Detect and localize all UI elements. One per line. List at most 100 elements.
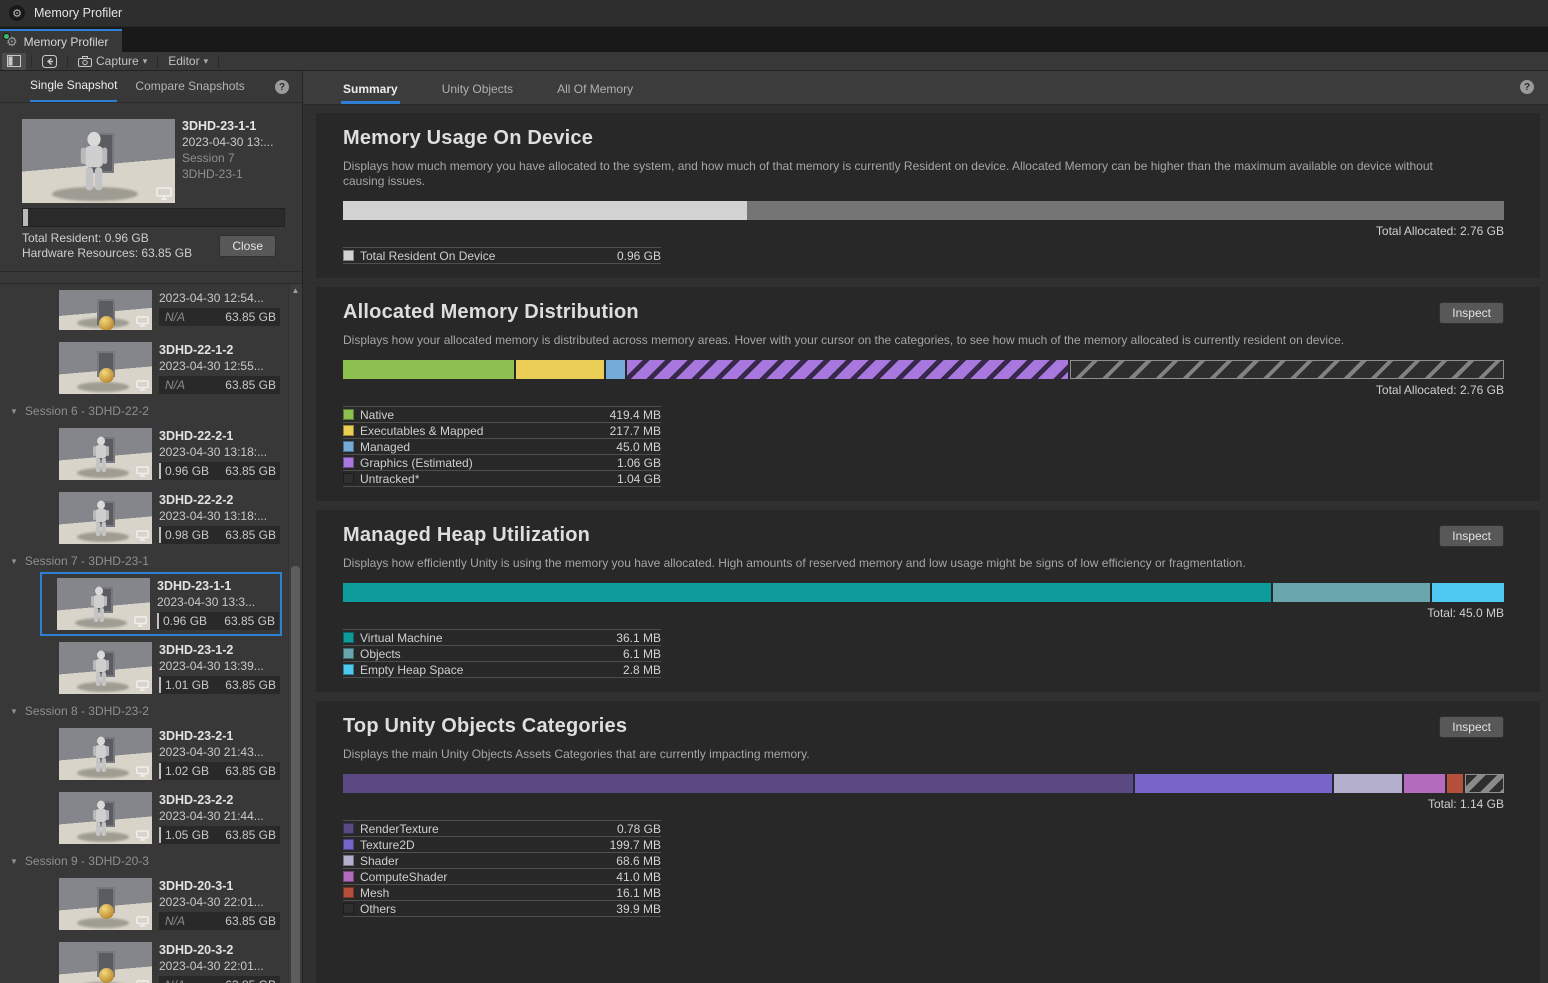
bar-segment-graphics-estimated-[interactable]: [627, 360, 1069, 379]
snapshot-info: 3DHD-22-2-22023-04-30 13:18:...0.98 GB63…: [159, 492, 280, 544]
snapshot-list-item[interactable]: 3DHD-22-2-22023-04-30 13:18:...0.98 GB63…: [40, 486, 282, 550]
resident-value: 0.98 GB: [165, 528, 209, 542]
foldout-triangle-icon[interactable]: ▼: [10, 857, 18, 866]
bar-segment-mesh[interactable]: [1447, 774, 1463, 793]
hardware-value: 63.85 GB: [225, 828, 276, 842]
bar-segment-untracked-[interactable]: [1070, 360, 1504, 379]
snapshot-list-item[interactable]: 3DHD-22-2-12023-04-30 13:18:...0.96 GB63…: [40, 422, 282, 486]
monitor-icon: [156, 187, 172, 200]
snapshot-list-item[interactable]: 3DHD-23-2-22023-04-30 21:44...1.05 GB63.…: [40, 786, 282, 850]
selected-snapshot-detail: 3DHD-23-1-1 2023-04-30 13:... Session 7 …: [0, 103, 302, 261]
sidebar-splitter[interactable]: [0, 261, 302, 283]
snapshot-list-item[interactable]: 3DHD-23-1-22023-04-30 13:39...1.01 GB63.…: [40, 636, 282, 700]
session-header[interactable]: ▼ Session 9 - 3DHD-20-3: [0, 850, 288, 872]
list-scrollbar[interactable]: ▲ ▼: [288, 284, 302, 983]
tab-single-snapshot[interactable]: Single Snapshot: [30, 71, 117, 102]
resident-sliver: [159, 527, 161, 543]
snapshot-date: 2023-04-30 13:18:...: [159, 508, 280, 524]
snapshot-thumbnail: [59, 728, 152, 780]
legend-label: Empty Heap Space: [360, 663, 463, 677]
legend-label: ComputeShader: [360, 870, 447, 884]
legend-swatch: [343, 409, 354, 420]
sidebar-help-icon[interactable]: ?: [275, 80, 289, 94]
chevron-down-icon: ▾: [204, 56, 209, 67]
bar-segment-objects[interactable]: [1273, 583, 1430, 602]
snapshot-info: 3DHD-20-3-22023-04-30 22:01...N/A63.85 G…: [159, 942, 280, 983]
resident-sliver: [157, 613, 159, 629]
tab-all-of-memory[interactable]: All Of Memory: [555, 73, 635, 104]
bar-segment-empty-heap-space[interactable]: [1432, 583, 1504, 602]
bar-segment-native[interactable]: [343, 360, 514, 379]
scrollbar-thumb[interactable]: [291, 566, 300, 983]
foldout-triangle-icon[interactable]: ▼: [10, 557, 18, 566]
inspect-button[interactable]: Inspect: [1439, 716, 1504, 738]
bar-segment-rendertexture[interactable]: [343, 774, 1133, 793]
sidebar-tabs: Single Snapshot Compare Snapshots ?: [0, 71, 302, 103]
foldout-triangle-icon[interactable]: ▼: [10, 707, 18, 716]
bar-total-label: Total: 45.0 MB: [343, 606, 1504, 620]
section-header: Memory Usage On Device: [343, 127, 1504, 150]
legend-value: 16.1 MB: [616, 886, 661, 900]
bar-total-label: Total: 1.14 GB: [343, 797, 1504, 811]
section-description: Displays how your allocated memory is di…: [343, 333, 1473, 348]
legend-row: Managed45.0 MB: [343, 439, 661, 455]
legend-label: Managed: [360, 440, 410, 454]
editor-dropdown[interactable]: Editor ▾: [163, 53, 213, 70]
section-title: Memory Usage On Device: [343, 127, 593, 150]
legend-row: Virtual Machine36.1 MB: [343, 630, 661, 646]
panel-toggle-icon: [7, 55, 21, 67]
snapshot-thumbnail: [59, 428, 152, 480]
legend-label: Objects: [360, 647, 401, 661]
hardware-value: 63.85 GB: [225, 978, 276, 983]
back-button[interactable]: [37, 53, 62, 70]
monitor-icon: [136, 766, 149, 777]
resident-sliver: [159, 463, 161, 479]
inspect-button[interactable]: Inspect: [1439, 302, 1504, 324]
snapshot-list-item[interactable]: 3DHD-20-3-22023-04-30 22:01...N/A63.85 G…: [40, 936, 282, 983]
bar-segment-computeshader[interactable]: [1404, 774, 1445, 793]
bar-segment-executables-mapped[interactable]: [516, 360, 605, 379]
bar-segment-texture2d[interactable]: [1135, 774, 1332, 793]
snapshot-list: 2023-04-30 12:54...N/A63.85 GB3DHD-22-1-…: [0, 284, 288, 983]
bar-segment-others[interactable]: [1465, 774, 1504, 793]
summary-sections: Memory Usage On DeviceDisplays how much …: [303, 105, 1548, 983]
close-button[interactable]: Close: [219, 235, 276, 257]
session-header[interactable]: ▼Session 7 - 3DHD-23-1: [0, 550, 288, 572]
legend-table: Native419.4 MBExecutables & Mapped217.7 …: [343, 406, 661, 487]
snapshot-list-item[interactable]: 2023-04-30 12:54...N/A63.85 GB: [40, 284, 282, 336]
session-header[interactable]: ▼Session 6 - 3DHD-22-2: [0, 400, 288, 422]
snapshot-list-item[interactable]: 3DHD-23-1-12023-04-30 13:3...0.96 GB63.8…: [40, 572, 282, 636]
session-header-label: Session 9 - 3DHD-20-3: [25, 854, 149, 868]
tab-memory-profiler[interactable]: ⚙ Memory Profiler: [0, 29, 122, 52]
foldout-triangle-icon[interactable]: ▼: [10, 407, 18, 416]
legend-row: Empty Heap Space2.8 MB: [343, 662, 661, 678]
scroll-up-icon[interactable]: ▲: [289, 284, 302, 297]
snapshot-list-item[interactable]: 3DHD-22-1-22023-04-30 12:55...N/A63.85 G…: [40, 336, 282, 400]
hardware-value: 63.85 GB: [225, 464, 276, 478]
snapshot-name: 3DHD-20-3-2: [159, 942, 280, 958]
chevron-down-icon[interactable]: ▾: [143, 56, 148, 67]
bar-segment-unallocated[interactable]: [747, 201, 1504, 220]
tab-compare-snapshots[interactable]: Compare Snapshots: [135, 72, 244, 101]
robot-figure: [89, 800, 113, 840]
tab-summary[interactable]: Summary: [341, 73, 400, 104]
bar-segment-virtual-machine[interactable]: [343, 583, 1271, 602]
snapshots-sidebar: Single Snapshot Compare Snapshots ?: [0, 71, 303, 983]
legend-swatch: [343, 823, 354, 834]
snapshot-list-item[interactable]: 3DHD-20-3-12023-04-30 22:01...N/A63.85 G…: [40, 872, 282, 936]
session-header[interactable]: ▼Session 8 - 3DHD-23-2: [0, 700, 288, 722]
total-resident-label: Total Resident: 0.96 GB: [22, 231, 192, 246]
snapshot-values: 1.02 GB63.85 GB: [159, 762, 280, 780]
main-help-icon[interactable]: ?: [1520, 80, 1534, 94]
bar-segment-managed[interactable]: [606, 360, 624, 379]
capture-button[interactable]: Capture ▾: [73, 53, 152, 70]
snapshot-list-item[interactable]: 3DHD-23-2-12023-04-30 21:43...1.02 GB63.…: [40, 722, 282, 786]
toggle-sidebar-button[interactable]: [2, 53, 26, 70]
bar-segment-shader[interactable]: [1334, 774, 1402, 793]
main-panel: Summary Unity Objects All Of Memory? Memor…: [303, 71, 1548, 983]
bar-segment-total-resident-on-device[interactable]: [343, 201, 747, 220]
snapshot-date: 2023-04-30 21:44...: [159, 808, 280, 824]
inspect-button[interactable]: Inspect: [1439, 525, 1504, 547]
snapshot-date: 2023-04-30 13:3...: [157, 594, 279, 610]
tab-unity-objects[interactable]: Unity Objects: [440, 73, 515, 104]
